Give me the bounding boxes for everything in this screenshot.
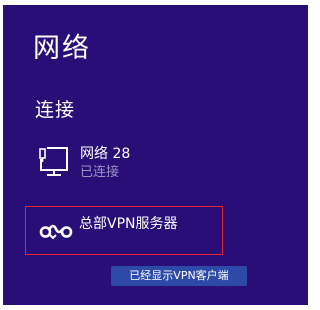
network-name: 网络 28 (80, 146, 131, 162)
annotation-caption: 已经显示VPN客户端 (111, 266, 247, 286)
network-status: 已连接 (80, 165, 120, 180)
panel-title: 网络 (33, 33, 91, 64)
wired-network-icon (38, 147, 68, 176)
vpn-connection-name: 总部VPN服务器 (79, 216, 178, 232)
connections-section-label: 连接 (35, 99, 76, 121)
network-flyout-panel: 网络 连接 网络 28 已连接 总部VPN服务器 已经显示VPN客户端 (3, 5, 308, 305)
vpn-link-icon (39, 224, 73, 240)
vpn-connection-item[interactable]: 总部VPN服务器 (25, 206, 223, 255)
